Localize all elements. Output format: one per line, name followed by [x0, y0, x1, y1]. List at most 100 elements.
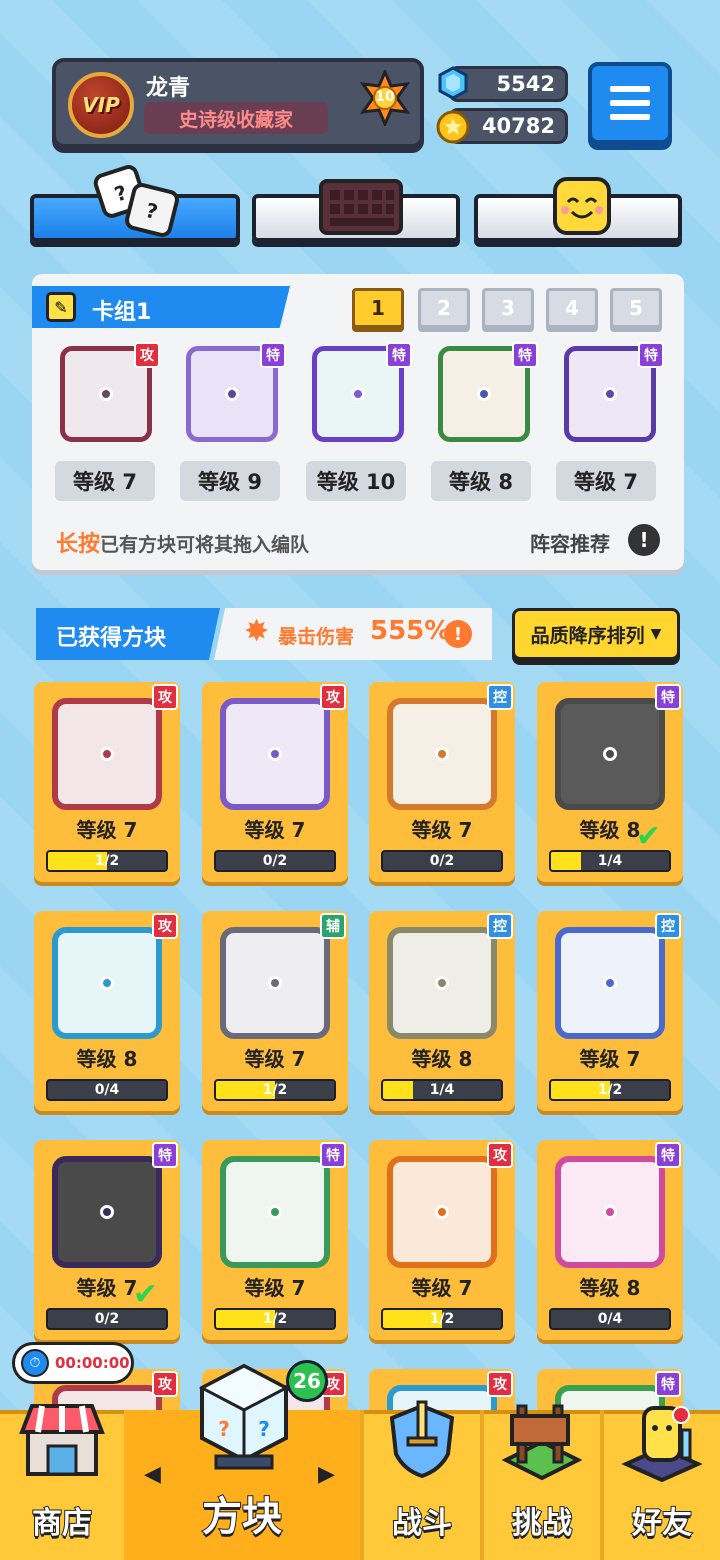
block-card[interactable]: 控等级 7 1/2: [537, 911, 683, 1111]
block-card[interactable]: 辅等级 7 1/2: [202, 911, 348, 1111]
battle-shield-icon: [389, 1400, 455, 1479]
type-tag: 攻: [320, 684, 346, 710]
upgrade-progress-bar: 0/2: [214, 850, 336, 872]
deck-number-5[interactable]: 5: [610, 288, 662, 328]
upgrade-progress-bar: 0/4: [549, 1308, 671, 1330]
crit-info-icon[interactable]: !: [444, 620, 472, 648]
deck-number-2[interactable]: 2: [418, 288, 470, 328]
block-level: 等级 7: [411, 818, 473, 842]
vip-badge: VIP: [68, 72, 134, 138]
upgrade-progress-bar: 0/2: [381, 850, 503, 872]
progress-text: 1/2: [262, 1311, 288, 1327]
block-level: 等级 7: [579, 1047, 641, 1071]
upgrade-progress-bar: 1/4: [549, 850, 671, 872]
profile-panel[interactable]: VIP 龙青 史诗级收藏家 10: [52, 58, 424, 148]
type-tag: 攻: [487, 1142, 513, 1168]
nav-arrow-left[interactable]: ◀: [144, 1462, 161, 1487]
deck-card-level: 等级 8: [431, 461, 531, 501]
block-card[interactable]: 特等级 8 0/4: [537, 1140, 683, 1340]
deck-card-2[interactable]: 特: [178, 340, 286, 448]
dice-icon: ? ?: [93, 165, 179, 237]
block-card[interactable]: 控等级 8 1/4: [369, 911, 515, 1111]
info-icon[interactable]: !: [628, 524, 660, 556]
deck-card-3[interactable]: 特: [304, 340, 412, 448]
upgrade-progress-bar: 0/2: [46, 1308, 168, 1330]
block-card[interactable]: 攻等级 7 1/2: [369, 1140, 515, 1340]
deck-hint: 长按已有方块可将其拖入编队: [56, 526, 309, 558]
tab-blocks[interactable]: ? ?: [30, 165, 240, 242]
block-card[interactable]: 攻等级 7 1/2: [34, 682, 180, 882]
event-timer[interactable]: ⏱ 00:00:00: [12, 1342, 134, 1384]
progress-text: 1/2: [429, 1311, 455, 1327]
nav-battle-label: 战斗: [391, 1505, 453, 1542]
progress-text: 0/2: [94, 1311, 120, 1327]
type-tag: 攻: [487, 1371, 513, 1397]
gem-icon: [438, 66, 468, 100]
progress-text: 0/4: [94, 1082, 120, 1098]
type-tag: 特: [320, 1142, 346, 1168]
deck-card-level: 等级 10: [306, 461, 406, 501]
block-card[interactable]: 特等级 7 1/2: [202, 1140, 348, 1340]
type-tag: 特: [655, 1371, 681, 1397]
nav-shop[interactable]: 商店: [0, 1404, 124, 1560]
block-level: 等级 7: [76, 1276, 138, 1300]
block-card[interactable]: 攻等级 8 0/4: [34, 911, 180, 1111]
block-level: 等级 7: [76, 818, 138, 842]
type-tag: 攻: [152, 684, 178, 710]
block-level: 等级 7: [244, 1276, 306, 1300]
pencil-icon[interactable]: ✎: [46, 292, 76, 322]
svg-text:?: ?: [218, 1417, 230, 1441]
notification-dot: [672, 1406, 690, 1424]
upgrade-progress-bar: 1/2: [549, 1079, 671, 1101]
type-tag: 控: [487, 913, 513, 939]
block-level: 等级 7: [244, 818, 306, 842]
player-name: 龙青: [146, 76, 191, 101]
lineup-recommend-link[interactable]: 阵容推荐: [530, 528, 610, 557]
block-level: 等级 8: [579, 818, 641, 842]
deck-card-4[interactable]: 特: [430, 340, 538, 448]
block-card[interactable]: 特 ✔ 等级 8 1/4: [537, 682, 683, 882]
type-tag: 特: [655, 1142, 681, 1168]
sort-button[interactable]: 品质降序排列 ▼: [512, 608, 680, 660]
deck-card-1[interactable]: 攻: [52, 340, 160, 448]
player-title: 史诗级收藏家: [144, 102, 328, 134]
nav-battle[interactable]: 战斗: [364, 1400, 480, 1560]
tab-board[interactable]: [252, 179, 460, 242]
type-tag: 特: [655, 684, 681, 710]
type-tag: 特: [260, 342, 286, 368]
block-level: 等级 8: [411, 1047, 473, 1071]
smiley-block-icon: [553, 177, 611, 235]
upgrade-progress-bar: 1/4: [381, 1079, 503, 1101]
upgrade-progress-bar: 0/4: [46, 1079, 168, 1101]
blocks-count-badge: 26: [286, 1360, 328, 1402]
deck-number-4[interactable]: 4: [546, 288, 598, 328]
chevron-down-icon: ▼: [650, 626, 662, 642]
block-card[interactable]: 攻等级 7 0/2: [202, 682, 348, 882]
progress-text: 0/4: [597, 1311, 623, 1327]
nav-arrow-right[interactable]: ▶: [318, 1462, 335, 1487]
type-tag: 攻: [134, 342, 160, 368]
block-level: 等级 7: [244, 1047, 306, 1071]
upgrade-progress-bar: 1/2: [381, 1308, 503, 1330]
deck-number-1[interactable]: 1: [352, 288, 404, 328]
progress-text: 1/4: [597, 853, 623, 869]
upgrade-progress-bar: 1/2: [214, 1079, 336, 1101]
mystery-cube-icon: ? ?: [198, 1363, 290, 1470]
type-tag: 特: [152, 1142, 178, 1168]
block-card[interactable]: 控等级 7 0/2: [369, 682, 515, 882]
svg-text:?: ?: [258, 1417, 270, 1441]
block-level: 等级 8: [579, 1276, 641, 1300]
deck-card-level: 等级 7: [55, 461, 155, 501]
block-card[interactable]: 特 ✔ 等级 7 0/2: [34, 1140, 180, 1340]
deck-card-5[interactable]: 特: [556, 340, 664, 448]
deck-number-3[interactable]: 3: [482, 288, 534, 328]
menu-button[interactable]: [588, 62, 672, 144]
type-tag: 控: [487, 684, 513, 710]
deck-hint-text: 已有方块可将其拖入编队: [100, 534, 310, 556]
tab-emoji[interactable]: [474, 177, 682, 242]
progress-text: 1/2: [597, 1082, 623, 1098]
nav-challenge[interactable]: 挑战: [484, 1404, 600, 1560]
block-level: 等级 8: [76, 1047, 138, 1071]
nav-friends[interactable]: 好友: [604, 1406, 720, 1560]
board-icon: [319, 179, 403, 235]
